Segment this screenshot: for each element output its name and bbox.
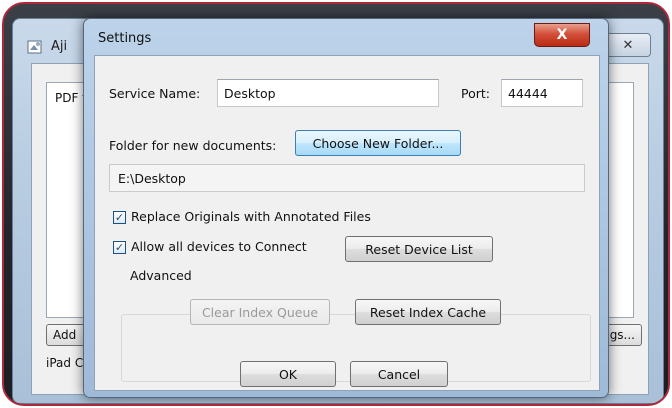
folder-label: Folder for new documents: bbox=[109, 138, 277, 153]
allow-devices-checkbox[interactable]: ✓ bbox=[113, 241, 126, 254]
advanced-legend: Advanced bbox=[126, 268, 196, 283]
clear-index-queue-button[interactable]: Clear Index Queue bbox=[190, 299, 330, 325]
allow-devices-label: Allow all devices to Connect bbox=[131, 239, 307, 254]
close-icon: ✕ bbox=[622, 37, 634, 53]
service-name-label: Service Name: bbox=[109, 86, 201, 101]
port-label: Port: bbox=[461, 86, 490, 101]
port-input[interactable]: 44444 bbox=[501, 79, 583, 107]
pdf-list-header: PDF f bbox=[55, 91, 87, 105]
dialog-close-button[interactable]: X bbox=[534, 23, 590, 47]
replace-originals-label: Replace Originals with Annotated Files bbox=[131, 209, 371, 224]
close-icon: X bbox=[556, 27, 568, 43]
cancel-button[interactable]: Cancel bbox=[350, 361, 448, 387]
replace-originals-checkbox[interactable]: ✓ bbox=[113, 211, 126, 224]
settings-dialog: Settings X Service Name: Desktop Port: 4… bbox=[83, 18, 609, 398]
choose-new-folder-button[interactable]: Choose New Folder... bbox=[295, 130, 461, 156]
ok-button[interactable]: OK bbox=[240, 361, 336, 387]
reset-index-cache-button[interactable]: Reset Index Cache bbox=[355, 299, 501, 325]
app-icon bbox=[27, 40, 42, 54]
folder-path-field: E:\Desktop bbox=[109, 164, 585, 192]
service-name-input[interactable]: Desktop bbox=[217, 79, 439, 107]
reset-device-list-button[interactable]: Reset Device List bbox=[345, 236, 493, 262]
main-window-title: Aji bbox=[51, 39, 68, 54]
screenshot-frame: Aji ✕ PDF f Add gs... iPad C Settings X … bbox=[2, 2, 670, 406]
dialog-title: Settings bbox=[98, 31, 152, 46]
ipad-status-text: iPad C bbox=[46, 356, 84, 370]
dialog-client-area: Service Name: Desktop Port: 44444 Folder… bbox=[94, 55, 600, 391]
main-window-close-button[interactable]: ✕ bbox=[605, 33, 651, 57]
